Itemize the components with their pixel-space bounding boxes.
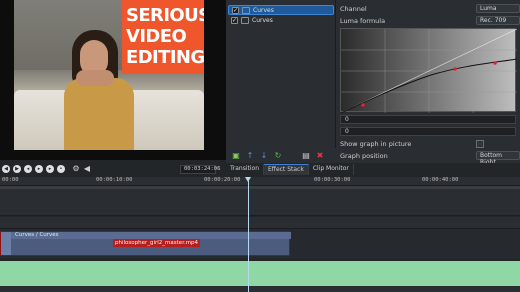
- playhead[interactable]: [248, 177, 249, 292]
- save-icon[interactable]: ▤: [302, 151, 310, 160]
- effect-stack-toolbar: ▣ ↑ ↓ ↻ ▤ ✖: [226, 148, 336, 163]
- audio-track[interactable]: [0, 261, 520, 286]
- clip-thumbnail: [1, 232, 11, 255]
- curve-point[interactable]: [361, 103, 365, 107]
- reset-icon[interactable]: ↻: [274, 151, 282, 160]
- effect-item-label: Curves: [252, 16, 273, 24]
- rewind-icon[interactable]: ◀: [2, 165, 10, 173]
- luma-formula-label: Luma formula: [340, 17, 386, 25]
- title-line-3: EDITING: [126, 47, 204, 68]
- play-backward-icon[interactable]: ▶: [13, 165, 21, 173]
- title-line-2: VIDEO: [126, 26, 187, 47]
- graph-position-label: Graph position: [340, 152, 388, 160]
- timeline-ruler[interactable]: 00:00 00:00:10:00 00:00:20:00 00:00:30:0…: [0, 177, 520, 186]
- title-card: SERIOUS VIDEO EDITING: [122, 0, 204, 74]
- forward-icon[interactable]: ▸: [46, 165, 54, 173]
- timeline-track[interactable]: [0, 286, 520, 292]
- ruler-label: 00:00:30:00: [314, 177, 351, 183]
- play-forward-icon[interactable]: ▸: [35, 165, 43, 173]
- playhead-handle[interactable]: [245, 177, 251, 182]
- timeline-track[interactable]: [0, 189, 520, 216]
- add-marker-icon[interactable]: •: [57, 165, 65, 173]
- video-frame: SERIOUS VIDEO EDITING: [14, 0, 204, 150]
- zoom-icon[interactable]: ⚙: [72, 165, 80, 173]
- effect-stack-panel: ✓ Curves ✓ Curves: [226, 0, 336, 148]
- volume-icon[interactable]: ◀: [83, 165, 91, 173]
- tab-clip-monitor[interactable]: Clip Monitor: [309, 164, 354, 175]
- curve-x-field[interactable]: 0: [340, 115, 516, 124]
- timeline-clip[interactable]: Curves / Curves philosopher_girl2_master…: [0, 231, 291, 256]
- effect-item-label: Curves: [253, 6, 274, 14]
- channel-label: Channel: [340, 5, 367, 13]
- ruler-label: 00:00:10:00: [96, 177, 133, 183]
- add-effect-icon[interactable]: ▣: [232, 151, 240, 160]
- clip-name: philosopher_girl2_master.mp4: [113, 239, 201, 247]
- move-down-icon[interactable]: ↓: [260, 151, 268, 160]
- timecode-display[interactable]: 00:03:24:06: [180, 165, 220, 174]
- ruler-label: 00:00:20:00: [204, 177, 241, 183]
- graph-position-select[interactable]: Bottom Right: [476, 151, 520, 166]
- person-body: [64, 78, 134, 150]
- tab-effect-stack[interactable]: Effect Stack: [264, 164, 309, 175]
- effect-icon: [242, 6, 250, 14]
- panel-tabs: Transition Effect Stack Clip Monitor: [226, 163, 520, 175]
- clip-monitor: SERIOUS VIDEO EDITING: [0, 0, 226, 160]
- ruler-label: 00:00:40:00: [422, 177, 459, 183]
- title-line-1: SERIOUS: [126, 5, 204, 26]
- luma-formula-select[interactable]: Rec. 709: [476, 16, 520, 25]
- effect-item-curves-2[interactable]: ✓ Curves: [228, 15, 334, 25]
- effect-enable-checkbox[interactable]: ✓: [232, 6, 239, 14]
- ruler-label: 00:00: [2, 177, 19, 183]
- timeline-track[interactable]: [0, 217, 520, 229]
- delete-icon[interactable]: ✖: [316, 151, 324, 160]
- effect-icon: [241, 16, 249, 24]
- curve-editor[interactable]: [340, 28, 518, 114]
- person-hands: [76, 70, 114, 86]
- effect-item-curves-1[interactable]: ✓ Curves: [228, 5, 334, 15]
- curve-point[interactable]: [453, 67, 457, 71]
- curve-y-field[interactable]: 0: [340, 127, 516, 136]
- clip-effect-label: Curves / Curves: [15, 232, 59, 238]
- effect-enable-checkbox[interactable]: ✓: [231, 16, 238, 24]
- tab-transition[interactable]: Transition: [226, 164, 265, 175]
- curve-graph[interactable]: [340, 28, 518, 114]
- effect-settings-panel: Channel Luma Luma formula Rec. 709 0 0 S…: [336, 0, 520, 166]
- play-icon[interactable]: ◂: [24, 165, 32, 173]
- move-up-icon[interactable]: ↑: [246, 151, 254, 160]
- curve-point[interactable]: [493, 61, 497, 65]
- channel-select[interactable]: Luma: [476, 4, 520, 13]
- show-graph-checkbox[interactable]: [476, 140, 484, 148]
- show-graph-label: Show graph in picture: [340, 140, 412, 148]
